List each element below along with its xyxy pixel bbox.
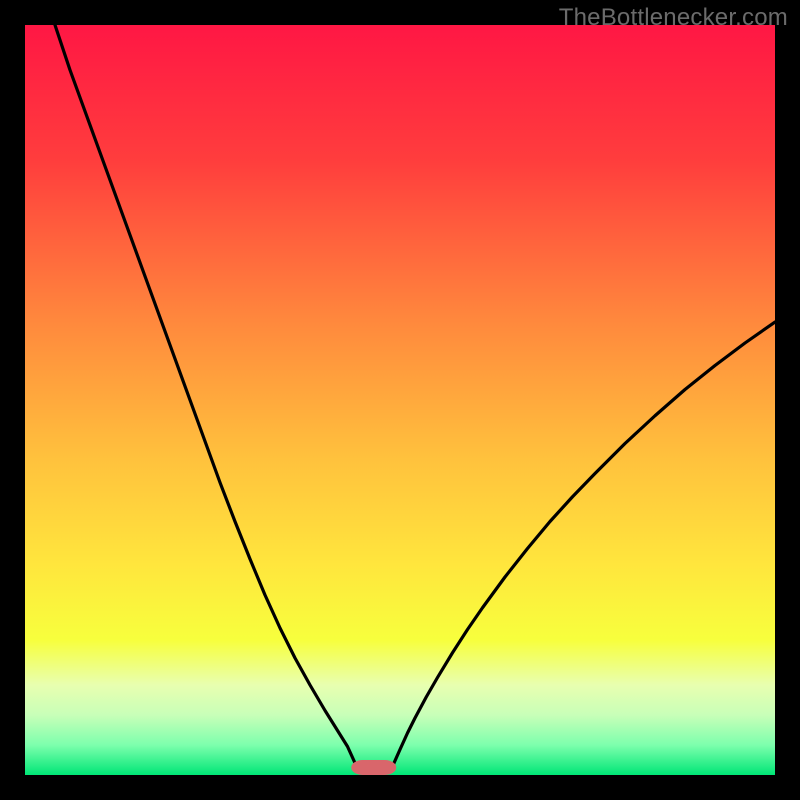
optimal-marker-rect <box>351 760 396 775</box>
plot-area <box>25 25 775 775</box>
watermark-text: TheBottlenecker.com <box>559 4 788 32</box>
optimal-marker <box>351 760 396 775</box>
chart-frame: TheBottlenecker.com <box>0 0 800 800</box>
gradient-background <box>25 25 775 775</box>
chart-svg <box>25 25 775 775</box>
